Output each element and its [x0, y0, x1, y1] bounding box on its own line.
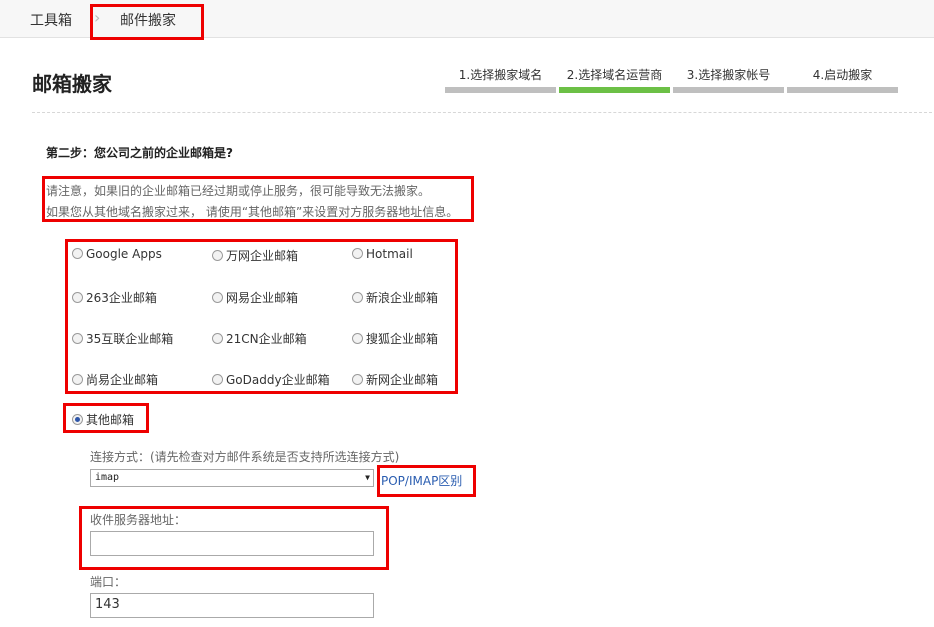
highlight-help-link [377, 465, 476, 497]
step-1-bar [445, 87, 556, 93]
port-input[interactable]: 143 [90, 593, 374, 618]
step-3-bar [673, 87, 784, 93]
highlight-notice [42, 176, 474, 222]
step-2-bar [559, 87, 670, 93]
connection-select[interactable]: imap ▼ [90, 469, 374, 487]
dropdown-arrow-icon: ▼ [365, 473, 370, 482]
page-title: 邮箱搬家 [32, 72, 112, 96]
step-heading: 第二步：您公司之前的企业邮箱是? [46, 146, 233, 160]
connection-label: 连接方式：(请先检查对方邮件系统是否支持所选连接方式) [90, 450, 400, 464]
connection-select-value: imap [95, 472, 120, 483]
highlight-server-address [79, 506, 389, 570]
highlight-breadcrumb [90, 4, 204, 40]
step-2-label: 2.选择域名运营商 [566, 68, 663, 82]
step-1-label: 1.选择搬家域名 [458, 68, 543, 82]
step-4-label: 4.启动搬家 [812, 68, 873, 82]
step-3-label: 3.选择搬家帐号 [686, 68, 771, 82]
port-label: 端口： [90, 575, 127, 589]
highlight-other-option [63, 403, 149, 433]
breadcrumb-root-link[interactable]: 工具箱 [30, 10, 72, 30]
highlight-providers [65, 239, 458, 394]
divider [32, 112, 932, 113]
step-4-bar [787, 87, 898, 93]
